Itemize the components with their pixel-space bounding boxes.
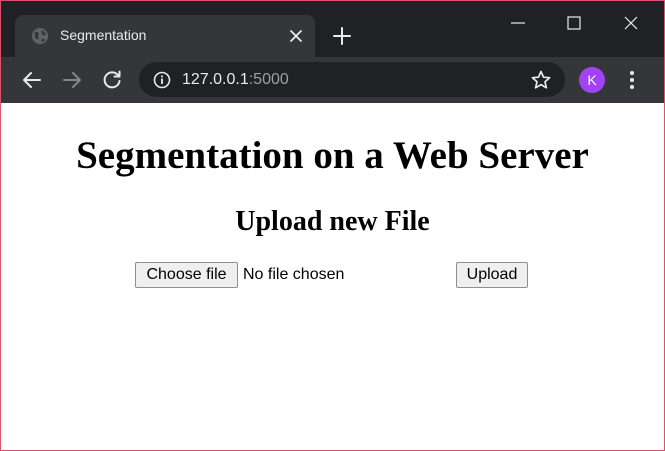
profile-avatar[interactable]: K bbox=[579, 67, 605, 93]
url-port: :5000 bbox=[248, 71, 289, 88]
close-tab-icon[interactable] bbox=[287, 27, 305, 45]
forward-arrow-icon[interactable] bbox=[60, 68, 84, 92]
reload-icon[interactable] bbox=[100, 68, 124, 92]
more-vertical-icon[interactable] bbox=[621, 68, 643, 92]
maximize-icon[interactable] bbox=[562, 11, 586, 35]
tab-title: Segmentation bbox=[60, 27, 147, 43]
back-arrow-icon[interactable] bbox=[20, 68, 44, 92]
address-bar[interactable]: 127.0.0.1:5000 bbox=[139, 62, 565, 97]
close-window-icon[interactable] bbox=[619, 11, 643, 35]
upload-button[interactable]: Upload bbox=[456, 262, 528, 288]
tab-segmentation[interactable]: Segmentation bbox=[15, 15, 315, 57]
new-tab-icon[interactable] bbox=[331, 25, 353, 47]
url-host: 127.0.0.1 bbox=[182, 71, 249, 88]
bookmark-star-icon[interactable] bbox=[530, 69, 552, 91]
page-title: Segmentation on a Web Server bbox=[76, 134, 589, 177]
choose-file-button[interactable]: Choose file bbox=[135, 262, 238, 288]
browser-toolbar: 127.0.0.1:5000 K bbox=[1, 57, 664, 103]
page-subtitle: Upload new File bbox=[235, 206, 430, 237]
title-bar: Segmentation bbox=[1, 1, 664, 57]
file-status: No file chosen bbox=[243, 266, 345, 283]
browser-window: Segmentation 127.0.0.1:5000 K Segmentati… bbox=[0, 0, 665, 451]
info-icon[interactable] bbox=[153, 71, 171, 89]
globe-icon bbox=[32, 28, 48, 44]
page-content: Segmentation on a Web Server Upload new … bbox=[1, 103, 664, 450]
minimize-icon[interactable] bbox=[506, 11, 530, 35]
url-text[interactable]: 127.0.0.1:5000 bbox=[182, 71, 289, 89]
